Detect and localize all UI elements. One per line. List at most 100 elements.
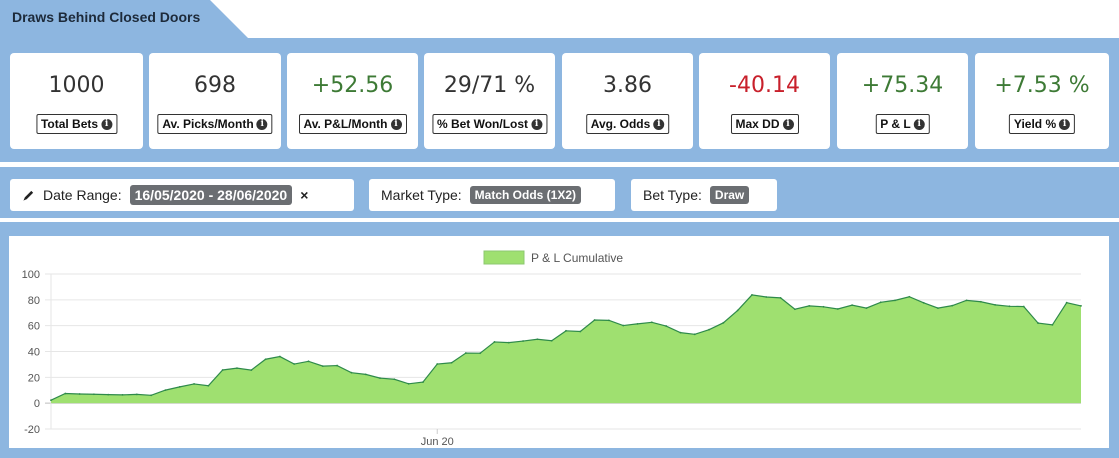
market-type-value[interactable]: Match Odds (1X2)	[469, 186, 582, 204]
pl-data-point	[407, 382, 410, 385]
pl-data-point	[450, 361, 453, 364]
pl-data-point	[650, 321, 653, 324]
market-type-filter[interactable]: Market Type: Match Odds (1X2)	[369, 179, 615, 211]
pl-data-point	[865, 307, 868, 309]
pl-data-point	[436, 363, 439, 365]
stat-label[interactable]: Total Bets i	[35, 114, 118, 134]
x-tick-label: Jun 20	[421, 436, 454, 448]
pl-data-point	[422, 381, 424, 384]
info-icon[interactable]: i	[531, 118, 543, 130]
pl-chart-panel: -20 0 20 40 60 80 100 Jun 20 P & L Cumulative	[9, 236, 1109, 448]
pl-data-point	[822, 305, 825, 308]
stat-label-text: Av. P&L/Month	[303, 117, 388, 131]
stat-card-pl: +75.34 P & Li	[837, 53, 968, 149]
pl-data-point	[150, 394, 153, 397]
pl-data-point	[879, 301, 882, 304]
pl-data-point	[808, 305, 811, 307]
stat-value: 29/71 %	[443, 73, 536, 98]
stat-label-text: % Bet Won/Lost	[436, 117, 529, 131]
pl-data-point	[1022, 305, 1025, 308]
bet-type-value[interactable]: Draw	[709, 186, 750, 204]
stat-label[interactable]: Av. P&L/Month i	[298, 114, 407, 134]
stat-label[interactable]: P & Li	[875, 114, 930, 134]
info-icon[interactable]: i	[782, 118, 794, 130]
pl-data-point	[751, 294, 753, 296]
pl-data-point	[207, 384, 210, 387]
stat-value: 698	[194, 73, 236, 98]
pl-data-point	[693, 333, 696, 336]
pl-data-point	[236, 367, 238, 370]
info-icon[interactable]: i	[256, 118, 268, 130]
pl-data-point	[307, 360, 310, 363]
y-tick-label: 40	[28, 347, 40, 359]
bet-type-filter[interactable]: Bet Type: Draw	[631, 179, 777, 211]
pl-data-point	[908, 295, 911, 298]
pl-data-point	[965, 299, 968, 302]
pl-cumulative-chart: -20 0 20 40 60 80 100 Jun 20 P & L Cumulative	[22, 250, 1082, 448]
pl-data-point	[793, 308, 796, 311]
pl-data-point	[1080, 305, 1082, 307]
info-icon[interactable]: i	[913, 118, 925, 130]
stat-card-total-bets: 1000 Total Bets i	[10, 53, 143, 149]
stat-label[interactable]: Avg. Odds i	[585, 114, 670, 134]
pl-data-point	[107, 393, 110, 396]
stat-label[interactable]: Yield % i	[1008, 114, 1076, 134]
pl-data-point	[937, 307, 939, 309]
pl-data-point	[264, 358, 267, 361]
pl-data-point	[193, 383, 195, 385]
y-tick-label: 80	[28, 295, 40, 307]
y-tick-label: 60	[28, 321, 40, 333]
stat-label-text: Max DD	[735, 117, 780, 131]
pl-data-point	[851, 304, 854, 307]
pl-data-point	[64, 392, 67, 395]
stat-label-text: Yield %	[1013, 117, 1057, 131]
legend-label: P & L Cumulative	[531, 251, 623, 265]
pl-data-point	[93, 393, 95, 396]
pl-data-point	[736, 309, 739, 312]
pl-data-point	[951, 304, 954, 307]
stat-card-avg-picks: 698 Av. Picks/Month i	[149, 53, 281, 149]
pl-data-point	[278, 355, 281, 358]
pl-data-point	[922, 301, 925, 304]
info-icon[interactable]: i	[1059, 118, 1071, 130]
stat-card-max-dd: -40.14 Max DD i	[699, 53, 830, 149]
info-icon[interactable]: i	[653, 118, 665, 130]
pl-data-point	[364, 373, 367, 376]
pencil-icon	[23, 190, 34, 201]
pl-data-point	[522, 340, 524, 342]
pl-data-point	[221, 369, 224, 371]
stat-label-text: P & L	[880, 117, 911, 131]
clear-date-icon[interactable]: ×	[300, 187, 308, 203]
pl-data-point	[507, 341, 510, 344]
page-title: Draws Behind Closed Doors	[12, 9, 201, 25]
stat-card-won-lost: 29/71 % % Bet Won/Lost i	[424, 53, 555, 149]
stat-value: +7.53 %	[994, 73, 1090, 98]
page-title-tab: Draws Behind Closed Doors	[0, 0, 248, 38]
pl-data-point	[765, 296, 768, 298]
stat-value: 3.86	[603, 73, 652, 98]
info-icon[interactable]: i	[390, 118, 402, 130]
market-type-label: Market Type:	[381, 187, 462, 203]
pl-data-point	[779, 296, 782, 299]
pl-data-point	[1037, 322, 1039, 324]
pl-data-point	[636, 322, 639, 325]
pl-data-point	[135, 393, 138, 396]
date-range-label: Date Range:	[43, 187, 122, 203]
pl-data-point	[350, 371, 353, 374]
pl-data-point	[979, 300, 982, 303]
stat-label[interactable]: % Bet Won/Lost i	[431, 114, 548, 134]
date-range-value[interactable]: 16/05/2020 - 28/06/2020	[129, 185, 293, 205]
bet-type-label: Bet Type:	[643, 187, 702, 203]
pl-data-point	[550, 339, 553, 342]
info-icon[interactable]: i	[101, 118, 113, 130]
pl-data-point	[579, 330, 582, 333]
pl-area-fill	[51, 294, 1081, 404]
stat-value: +52.56	[311, 73, 394, 98]
date-range-filter[interactable]: Date Range: 16/05/2020 - 28/06/2020 ×	[10, 179, 354, 211]
pl-data-point	[1065, 301, 1068, 304]
y-tick-label: 20	[28, 372, 40, 384]
stat-value: +75.34	[861, 73, 944, 98]
y-tick-label: 0	[34, 398, 40, 410]
stat-label[interactable]: Max DD i	[730, 114, 799, 134]
stat-label[interactable]: Av. Picks/Month i	[157, 114, 273, 134]
